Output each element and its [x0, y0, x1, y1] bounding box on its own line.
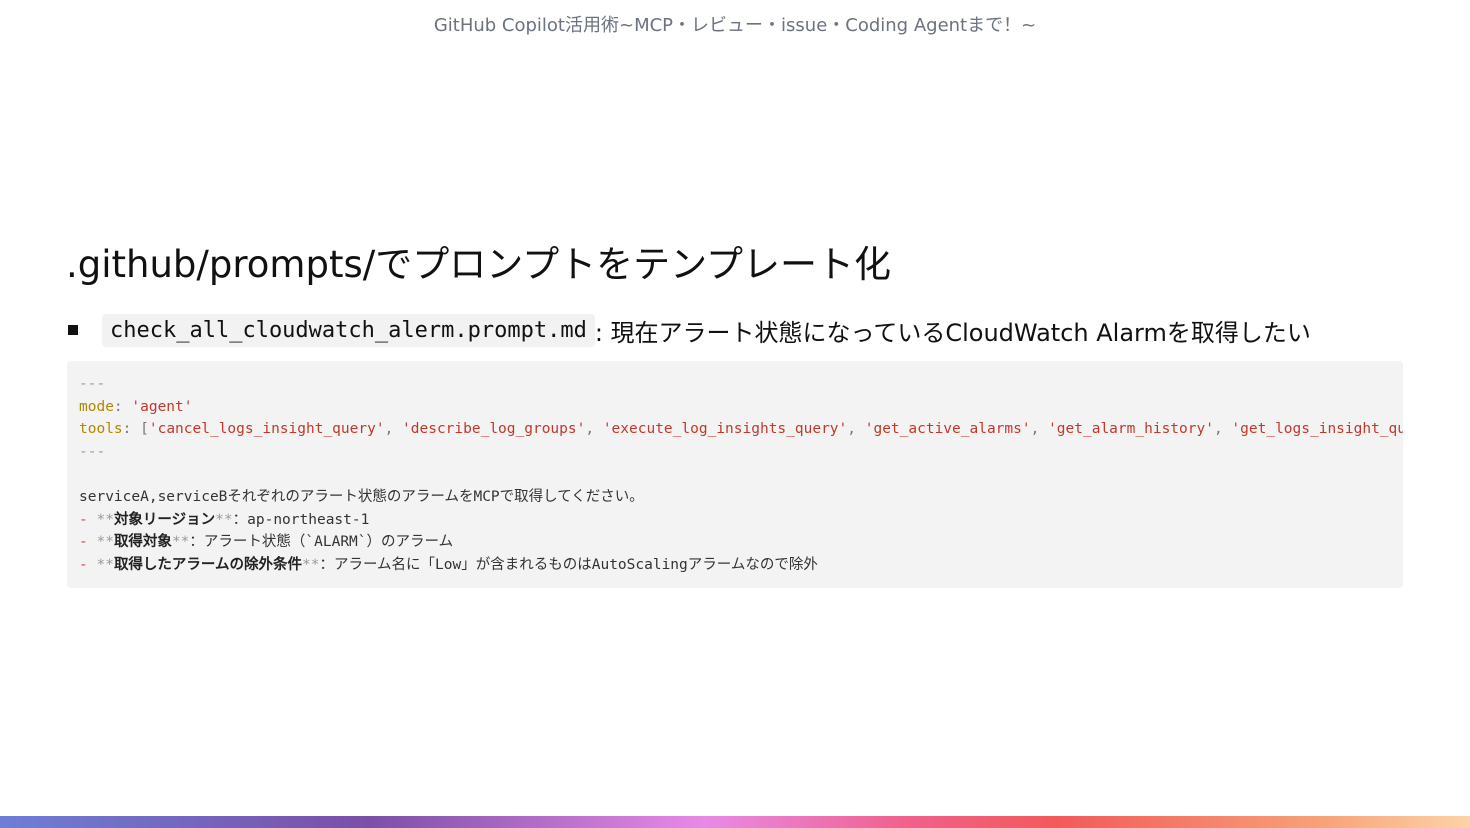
- bold-marker: **: [96, 511, 114, 528]
- tool-separator: ,: [585, 421, 603, 438]
- tools-open: : [: [122, 421, 149, 438]
- bold-marker: **: [215, 511, 233, 528]
- bullet-item: check_all_cloudwatch_alerm.prompt.md : 現…: [68, 310, 1311, 350]
- code-line-list-item: - **対象リージョン**：ap-northeast-1: [79, 509, 1403, 532]
- tool-item: 'get_logs_insight_query_results': [1231, 421, 1403, 438]
- list-marker: -: [79, 534, 97, 551]
- tool-separator: ,: [384, 421, 403, 438]
- bullet-square-icon: [68, 325, 78, 335]
- code-line-mode: mode: 'agent': [79, 396, 1403, 419]
- bold-marker: **: [96, 534, 114, 551]
- code-line-list-item: - **取得したアラームの除外条件**：アラーム名に「Low」が含まれるものはA…: [79, 554, 1403, 577]
- code-line-body: serviceA,serviceBそれぞれのアラート状態のアラームをMCPで取得…: [79, 486, 1403, 509]
- tool-item: 'get_active_alarms': [864, 421, 1031, 438]
- bullet-description: : 現在アラート状態になっているCloudWatch Alarmを取得したい: [594, 318, 1311, 347]
- tool-item: 'get_alarm_history': [1048, 421, 1214, 438]
- tool-item: 'execute_log_insights_query': [602, 421, 848, 438]
- code-block: --- mode: 'agent' tools: ['cancel_logs_i…: [67, 361, 1403, 588]
- list-marker: -: [79, 556, 97, 573]
- mode-value: 'agent': [131, 398, 193, 415]
- list-value: ：ap-northeast-1: [232, 511, 370, 528]
- tool-separator: ,: [847, 421, 865, 438]
- code-line-tools: tools: ['cancel_logs_insight_query', 'de…: [79, 418, 1403, 441]
- bold-marker: **: [171, 534, 190, 551]
- list-label: 取得したアラームの除外条件: [113, 556, 303, 573]
- code-line-frontmatter-start: ---: [79, 373, 1403, 396]
- tool-item: 'cancel_logs_insight_query': [148, 421, 385, 438]
- frontmatter-delimiter: ---: [79, 443, 106, 460]
- bold-marker: **: [302, 556, 320, 573]
- tool-separator: ,: [1213, 421, 1232, 438]
- mode-key: mode: [79, 398, 114, 415]
- presentation-header: GitHub Copilot活用術~MCP・レビュー・issue・Coding …: [433, 15, 1037, 36]
- body-text: serviceA,serviceBそれぞれのアラート状態のアラームをMCPで取得…: [79, 488, 644, 505]
- list-marker: -: [79, 511, 97, 528]
- slide-title: .github/prompts/でプロンプトをテンプレート化: [66, 243, 891, 286]
- gradient-footer-bar: [0, 816, 1470, 828]
- code-line-frontmatter-end: ---: [79, 441, 1403, 464]
- list-value: ：アラーム名に「Low」が含まれるものはAutoScalingアラームなので除外: [319, 556, 818, 573]
- tool-separator: ,: [1030, 421, 1049, 438]
- list-label: 対象リージョン: [113, 511, 216, 528]
- list-value: ：アラート状態（`ALARM`）のアラーム: [189, 534, 454, 551]
- frontmatter-delimiter: ---: [79, 376, 106, 392]
- prompt-file-name: check_all_cloudwatch_alerm.prompt.md: [102, 313, 595, 347]
- tools-key: tools: [79, 421, 123, 438]
- list-label: 取得対象: [113, 534, 172, 551]
- mode-colon: :: [113, 398, 132, 415]
- bold-marker: **: [96, 556, 114, 573]
- tool-item: 'describe_log_groups': [402, 421, 586, 438]
- code-line-list-item: - **取得対象**：アラート状態（`ALARM`）のアラーム: [79, 531, 1403, 554]
